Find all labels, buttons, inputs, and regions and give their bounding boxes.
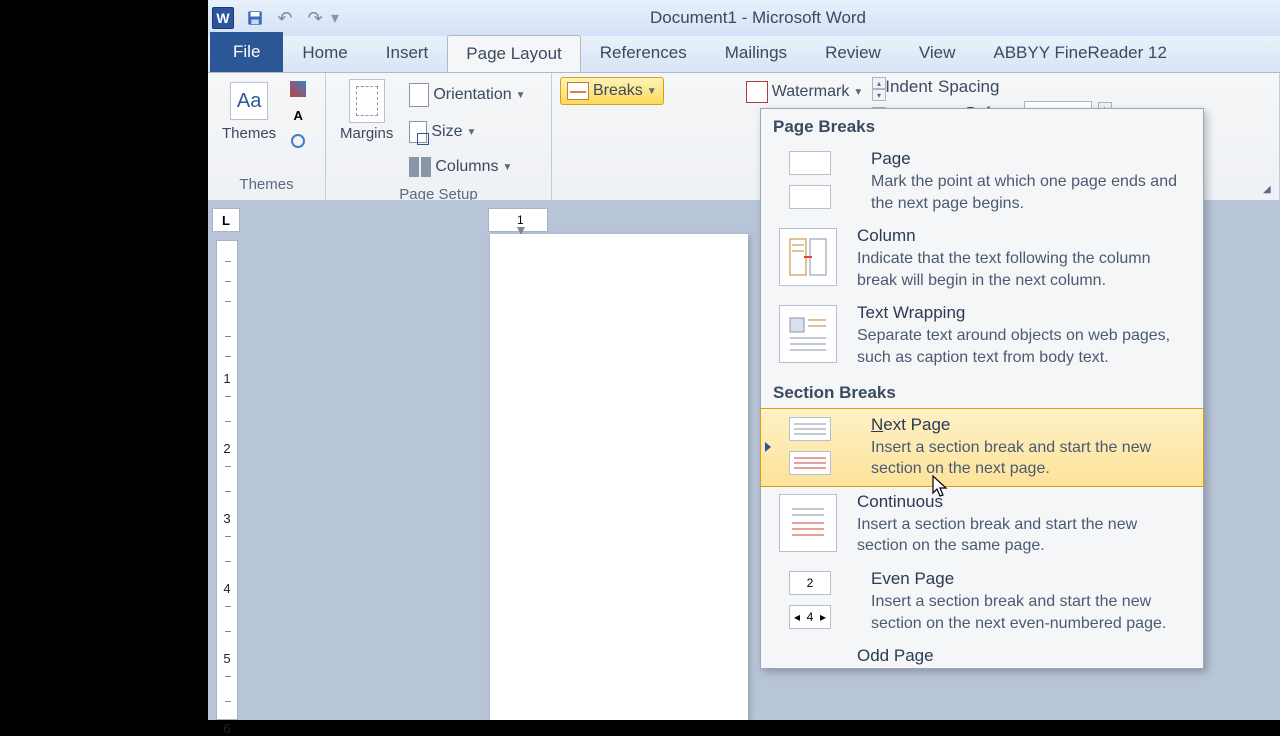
save-button[interactable] [243, 6, 267, 30]
orientation-icon [409, 83, 429, 107]
column-break-icon [779, 228, 837, 286]
text-wrapping-icon [779, 305, 837, 363]
redo-button[interactable]: ↷ [303, 6, 327, 30]
vertical-ruler[interactable]: 1 2 3 4 5 6 [216, 240, 238, 720]
ribbon-tabs: File Home Insert Page Layout References … [208, 36, 1280, 72]
continuous-icon [779, 494, 837, 552]
group-themes: Aa Themes A Themes [208, 73, 326, 200]
page-break-icon [789, 151, 831, 175]
chevron-down-icon: ▼ [516, 90, 526, 101]
tab-view[interactable]: View [900, 34, 975, 72]
colors-icon [290, 81, 306, 97]
titlebar: W ↶ ↷ ▾ Document1 - Microsoft Word [208, 0, 1280, 36]
undo-button[interactable]: ↶ [273, 6, 297, 30]
next-page-icon [789, 451, 831, 475]
tab-references[interactable]: References [581, 34, 706, 72]
spacing-header: Spacing [938, 77, 1271, 97]
even-page-icon: ◂4▸ [789, 605, 831, 629]
watermark-button[interactable]: Watermark ▼ [740, 77, 870, 107]
effects-icon [291, 134, 305, 148]
orientation-button[interactable]: Orientation ▼ [403, 79, 531, 111]
chevron-down-icon: ▼ [503, 162, 513, 173]
window-title: Document1 - Microsoft Word [340, 8, 1276, 28]
break-page[interactable]: Page Mark the point at which one page en… [761, 143, 1203, 220]
break-text-wrapping[interactable]: Text Wrapping Separate text around objec… [761, 297, 1203, 374]
tab-review[interactable]: Review [806, 34, 900, 72]
breaks-button[interactable]: Breaks ▼ [560, 77, 664, 105]
themes-button[interactable]: Aa Themes [216, 77, 282, 146]
word-window: W ↶ ↷ ▾ Document1 - Microsoft Word File … [208, 0, 1280, 720]
breaks-dropdown: Page Breaks Page Mark the point at which… [760, 108, 1204, 669]
tab-abbyy[interactable]: ABBYY FineReader 12 [974, 34, 1186, 72]
chevron-down-icon: ▼ [647, 86, 657, 97]
break-continuous[interactable]: Continuous Insert a section break and st… [761, 486, 1203, 563]
word-app-icon: W [212, 7, 234, 29]
tab-insert[interactable]: Insert [367, 34, 448, 72]
next-page-icon [789, 417, 831, 441]
tab-home[interactable]: Home [283, 34, 366, 72]
mouse-cursor-icon [932, 475, 950, 501]
odd-page-icon [779, 648, 837, 658]
margins-icon [349, 79, 385, 123]
columns-icon [409, 157, 431, 177]
breaks-icon [567, 82, 589, 100]
group-page-setup: Margins Orientation ▼ Size ▼ [326, 73, 552, 200]
undo-icon: ↶ [277, 8, 292, 29]
redo-icon: ↷ [307, 8, 322, 29]
chevron-down-icon: ▼ [466, 127, 476, 138]
size-icon [409, 121, 427, 143]
theme-colors-button[interactable] [286, 77, 310, 101]
watermark-icon [746, 81, 768, 103]
section-breaks-header: Section Breaks [761, 375, 1203, 409]
page-break-icon [789, 185, 831, 209]
size-button[interactable]: Size ▼ [403, 117, 531, 147]
qat-separator: ▾ [330, 8, 340, 28]
paragraph-dialog-launcher[interactable]: ◢ [1263, 184, 1277, 198]
save-icon [246, 9, 264, 27]
break-even-page[interactable]: 2 ◂4▸ Even Page Insert a section break a… [761, 563, 1203, 640]
fonts-icon: A [293, 108, 302, 123]
even-page-icon: 2 [789, 571, 831, 595]
horizontal-ruler[interactable]: 1 [488, 208, 548, 232]
themes-icon: Aa [230, 82, 268, 120]
selection-marker-icon [765, 442, 771, 452]
tab-selector[interactable]: L [212, 208, 240, 232]
break-next-page[interactable]: Next Page Insert a section break and sta… [760, 408, 1204, 487]
page-breaks-header: Page Breaks [761, 109, 1203, 143]
tab-file[interactable]: File [210, 32, 283, 72]
document-page[interactable] [490, 234, 748, 720]
tab-mailings[interactable]: Mailings [706, 34, 806, 72]
tab-page-layout[interactable]: Page Layout [447, 35, 580, 72]
letterbox [0, 0, 208, 720]
margins-button[interactable]: Margins [334, 77, 399, 146]
break-column[interactable]: Column Indicate that the text following … [761, 220, 1203, 297]
chevron-down-icon: ▼ [853, 87, 863, 98]
next-page-title: Next Page [871, 415, 1187, 435]
columns-button[interactable]: Columns ▼ [403, 153, 531, 181]
break-odd-page[interactable]: Odd Page [761, 640, 1203, 668]
theme-effects-button[interactable] [286, 129, 310, 153]
indent-left-spinner[interactable]: ▴▾ [872, 77, 886, 101]
theme-fonts-button[interactable]: A [286, 103, 310, 127]
